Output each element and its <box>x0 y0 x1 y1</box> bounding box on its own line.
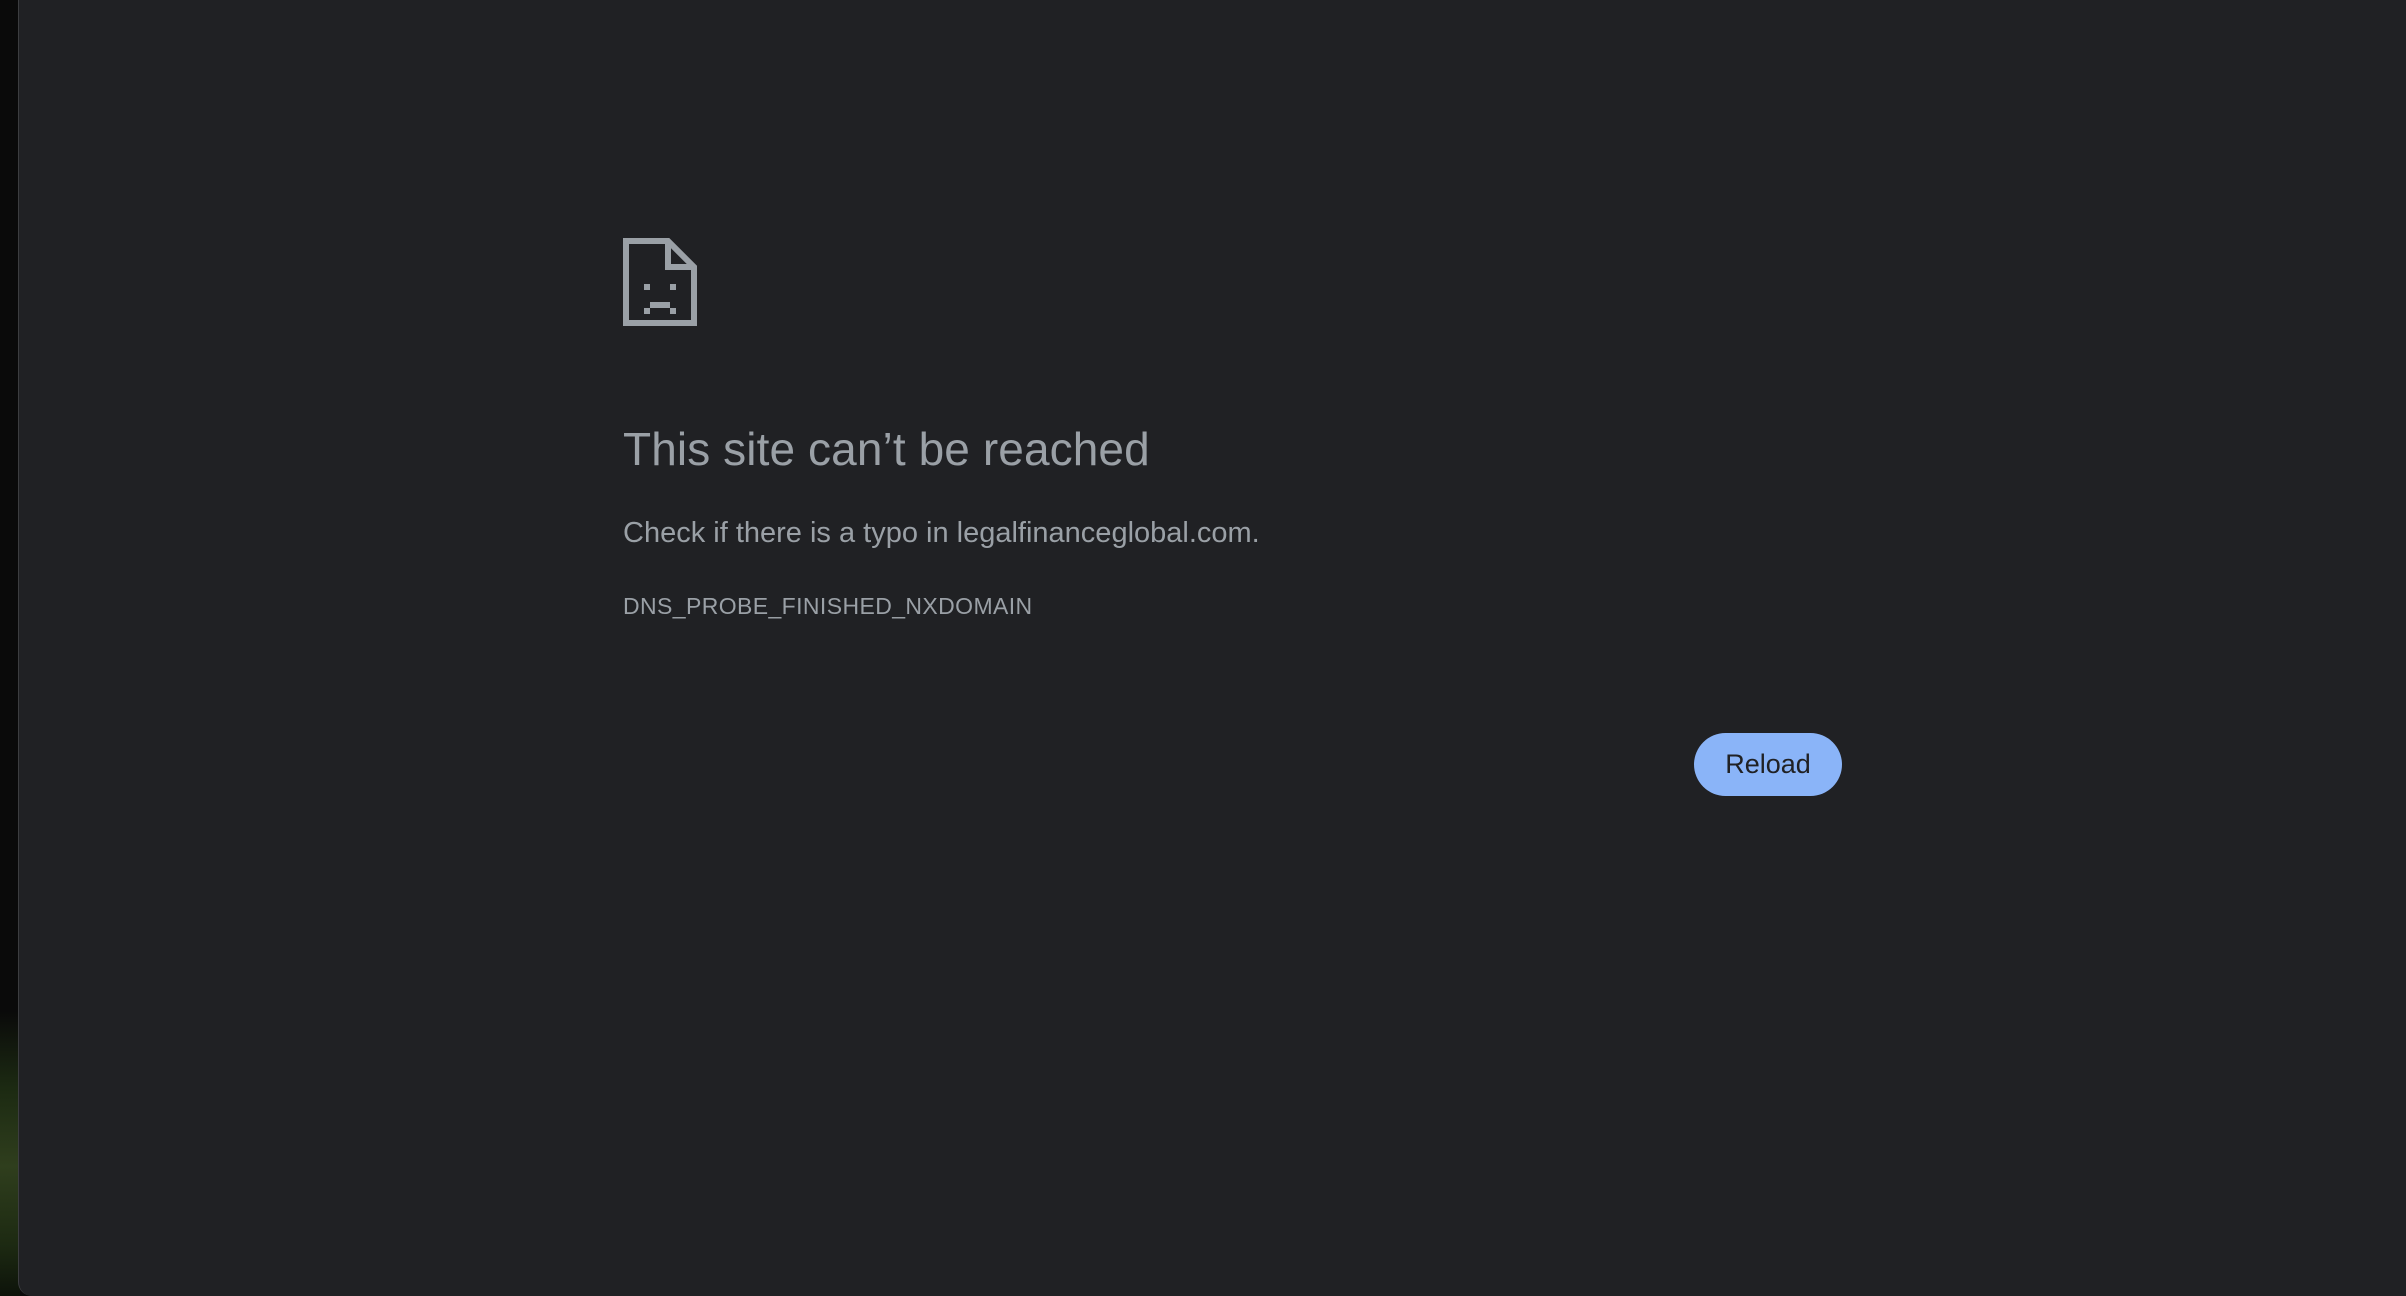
sad-page-icon <box>623 238 697 326</box>
error-code: DNS_PROBE_FINISHED_NXDOMAIN <box>623 593 1033 619</box>
desktop-background-edge <box>0 0 20 1296</box>
error-message: Check if there is a typo in legalfinance… <box>623 517 1260 549</box>
error-title: This site can’t be reached <box>623 423 1150 475</box>
reload-button[interactable]: Reload <box>1694 733 1842 796</box>
browser-window: This site can’t be reached Check if ther… <box>18 0 2406 1296</box>
